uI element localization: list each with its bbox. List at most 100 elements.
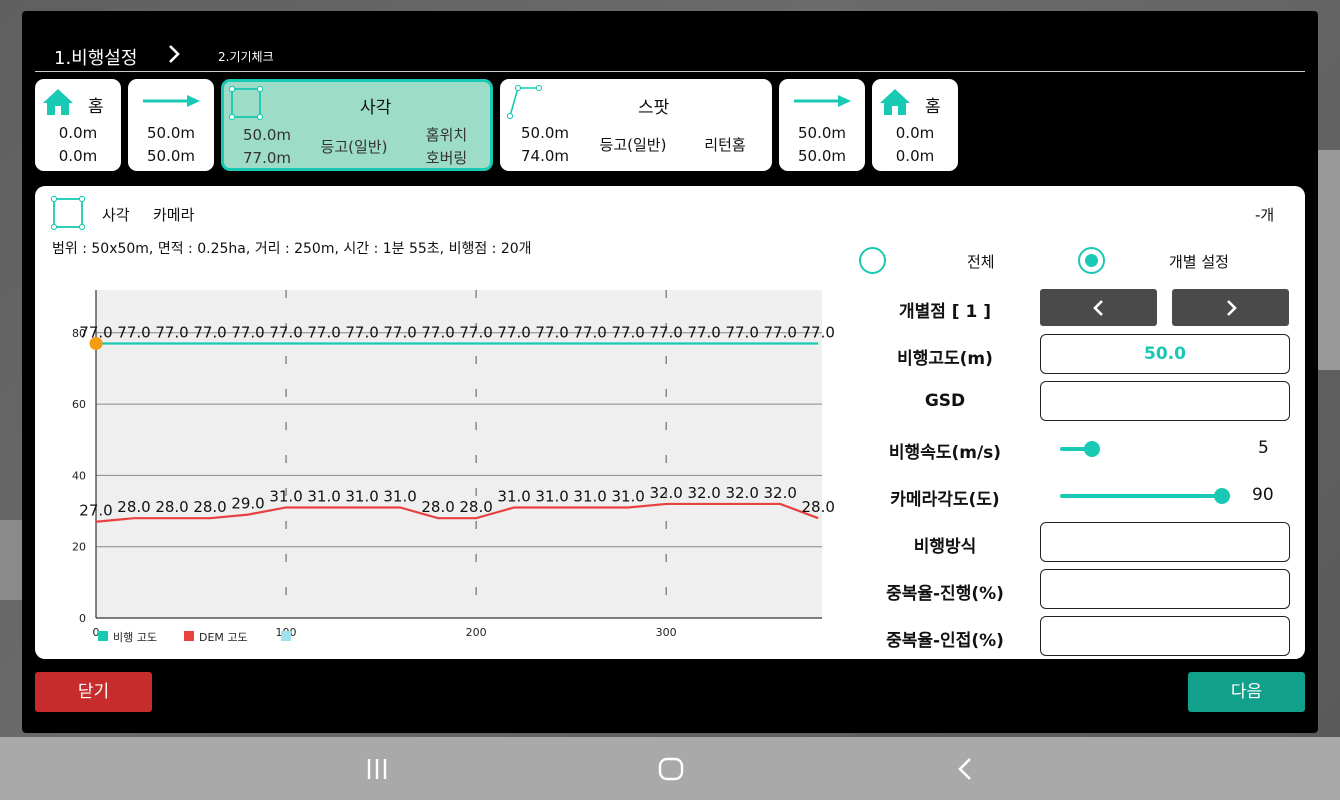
camera-angle-slider-handle[interactable] xyxy=(1214,488,1230,504)
legend-swatch xyxy=(98,631,108,641)
overlap-forward-label: 중복율-진행(%) xyxy=(886,584,1004,604)
arrow-right-icon xyxy=(794,95,851,107)
waypoint-title: 사각 xyxy=(360,98,392,118)
waypoint-value-2: 50.0m xyxy=(797,147,846,165)
gsd-input[interactable] xyxy=(1040,381,1290,421)
next-point-button[interactable] xyxy=(1172,289,1289,326)
spot-path-icon xyxy=(506,84,542,119)
camera-angle-slider[interactable] xyxy=(1060,494,1222,498)
data-label: 77.0 xyxy=(687,323,720,341)
overlap-forward-input[interactable] xyxy=(1040,569,1290,609)
waypoint-action-1: 리턴홈 xyxy=(704,136,746,154)
data-label: 32.0 xyxy=(763,484,796,502)
camera-angle-value: 90 xyxy=(1252,485,1274,505)
data-label: 28.0 xyxy=(117,498,150,516)
data-point-selected xyxy=(89,336,103,350)
recent-apps-icon[interactable] xyxy=(365,757,389,781)
data-label: 77.0 xyxy=(269,323,302,341)
gsd-label: GSD xyxy=(924,391,966,411)
data-label: 28.0 xyxy=(193,498,226,516)
data-label: 77.0 xyxy=(535,323,568,341)
radio-individual-label: 개별 설정 xyxy=(1169,253,1229,271)
flight-method-input[interactable] xyxy=(1040,522,1290,562)
data-label: 28.0 xyxy=(421,498,454,516)
step-1-title[interactable]: 1.비행설정 xyxy=(54,44,137,70)
arrow-right-icon xyxy=(143,95,200,107)
home-icon xyxy=(880,89,910,115)
speed-label: 비행속도(m/s) xyxy=(888,443,1002,463)
panel-camera[interactable]: 카메라 xyxy=(153,204,194,225)
back-icon[interactable] xyxy=(955,757,975,781)
prev-point-button[interactable] xyxy=(1040,289,1157,326)
step-2-title[interactable]: 2.기기체크 xyxy=(218,48,274,65)
waypoint-mode: 등고(일반) xyxy=(320,138,388,156)
data-label: 77.0 xyxy=(649,323,682,341)
waypoint-value-2: 77.0m xyxy=(242,149,291,167)
data-label: 77.0 xyxy=(763,323,796,341)
rectangle-area-icon xyxy=(229,86,263,120)
point-label: 개별점 [ 1 ] xyxy=(898,302,992,322)
data-label: 31.0 xyxy=(383,487,416,505)
chevron-right-icon xyxy=(1226,299,1237,316)
home-icon xyxy=(43,89,73,115)
chevron-right-icon xyxy=(169,45,180,63)
mission-summary: 범위 : 50x50m, 면적 : 0.25ha, 거리 : 250m, 시간 … xyxy=(52,241,532,257)
data-label: 77.0 xyxy=(231,323,264,341)
waypoint-card-spot[interactable]: 스팟 50.0m 74.0m 등고(일반) 리턴홈 xyxy=(500,79,772,171)
x-tick-label: 300 xyxy=(656,626,677,639)
data-label: 28.0 xyxy=(155,498,188,516)
waypoint-card-home-start[interactable]: 홈 0.0m 0.0m xyxy=(35,79,121,171)
home-nav-icon[interactable] xyxy=(658,757,684,781)
waypoint-title: 홈 xyxy=(925,97,941,117)
legend-swatch xyxy=(184,631,194,641)
data-label: 32.0 xyxy=(649,484,682,502)
data-label: 29.0 xyxy=(231,495,264,513)
data-label: 77.0 xyxy=(801,323,834,341)
waypoint-title: 홈 xyxy=(88,97,104,117)
waypoint-value-2: 0.0m xyxy=(58,147,98,165)
x-tick-label: 200 xyxy=(466,626,487,639)
data-label: 77.0 xyxy=(155,323,188,341)
y-tick-label: 40 xyxy=(72,469,86,482)
data-label: 31.0 xyxy=(497,487,530,505)
data-label: 77.0 xyxy=(497,323,530,341)
data-label: 32.0 xyxy=(725,484,758,502)
data-label: 77.0 xyxy=(459,323,492,341)
camera-angle-label: 카메라각도(도) xyxy=(890,490,1000,510)
radio-all-label: 전체 xyxy=(967,253,995,271)
data-label: 77.0 xyxy=(117,323,150,341)
y-tick-label: 20 xyxy=(72,541,86,554)
data-label: 28.0 xyxy=(459,498,492,516)
waypoint-card-rectangle[interactable]: 사각 50.0m 77.0m 등고(일반) 홈위치 호버링 xyxy=(221,79,493,171)
panel-count: -개 xyxy=(1255,206,1275,224)
data-label: 31.0 xyxy=(307,487,340,505)
flight-method-label: 비행방식 xyxy=(913,537,977,557)
waypoint-value-2: 74.0m xyxy=(520,147,569,165)
y-tick-label: 60 xyxy=(72,398,86,411)
overlap-side-input[interactable] xyxy=(1040,616,1290,656)
altitude-input[interactable]: 50.0 xyxy=(1040,334,1290,374)
legend-swatch xyxy=(281,631,291,641)
radio-all[interactable] xyxy=(859,247,886,274)
waypoint-action-1: 홈위치 xyxy=(425,126,468,144)
radio-individual[interactable] xyxy=(1078,247,1105,274)
data-label: 31.0 xyxy=(345,487,378,505)
speed-slider-handle[interactable] xyxy=(1084,441,1101,457)
data-label: 31.0 xyxy=(535,487,568,505)
data-label: 77.0 xyxy=(725,323,758,341)
altitude-chart: 020406080010020030077.077.077.077.077.07… xyxy=(72,290,835,644)
data-label: 77.0 xyxy=(193,323,226,341)
waypoint-card-move-2[interactable]: 50.0m 50.0m xyxy=(779,79,865,171)
data-label: 77.0 xyxy=(345,323,378,341)
waypoint-card-move-1[interactable]: 50.0m 50.0m xyxy=(128,79,214,171)
waypoint-title: 스팟 xyxy=(638,98,670,118)
waypoint-value-1: 50.0m xyxy=(146,124,195,142)
data-label: 77.0 xyxy=(383,323,416,341)
next-button[interactable]: 다음 xyxy=(1188,672,1305,712)
close-button[interactable]: 닫기 xyxy=(35,672,152,712)
header-divider xyxy=(35,71,1305,72)
data-label: 77.0 xyxy=(307,323,340,341)
waypoint-card-home-end[interactable]: 홈 0.0m 0.0m xyxy=(872,79,958,171)
waypoint-value-1: 50.0m xyxy=(242,126,291,144)
waypoint-value-1: 0.0m xyxy=(58,124,98,142)
